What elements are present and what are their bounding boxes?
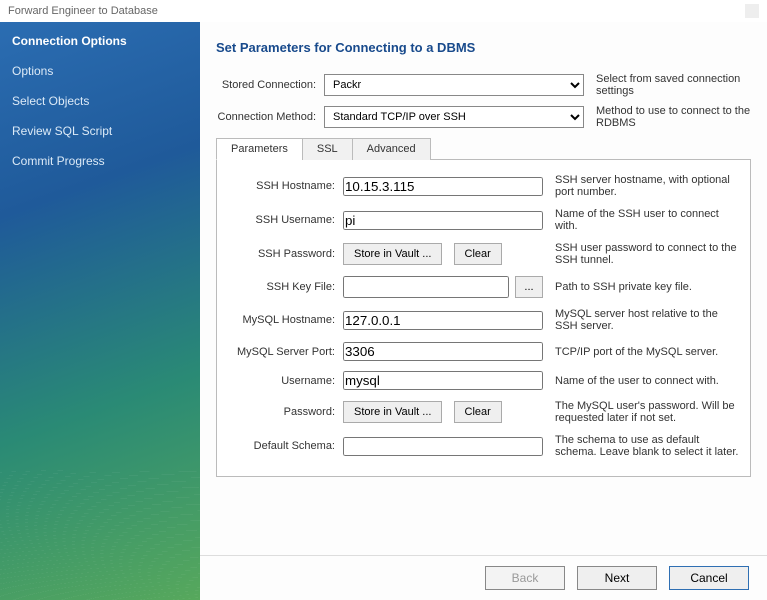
main-panel: Set Parameters for Connecting to a DBMS … [200,22,767,600]
ssh-hostname-input[interactable] [343,177,543,196]
connection-method-select[interactable]: Standard TCP/IP over SSH [324,106,584,128]
tab-label: SSL [317,143,338,155]
ssh-password-hint: SSH user password to connect to the SSH … [555,242,742,266]
stored-connection-hint: Select from saved connection settings [596,73,751,97]
sidebar-item-label: Commit Progress [12,154,105,168]
window-title: Forward Engineer to Database [8,5,158,17]
stored-connection-select[interactable]: Packr [324,74,584,96]
tab-label: Advanced [367,143,416,155]
ssh-keyfile-browse-button[interactable]: ... [515,276,543,298]
ssh-password-store-button[interactable]: Store in Vault ... [343,243,442,265]
cancel-button[interactable]: Cancel [669,566,749,590]
close-icon[interactable] [745,4,759,18]
ssh-keyfile-label: SSH Key File: [225,281,335,293]
ssh-keyfile-hint: Path to SSH private key file. [555,281,742,293]
connection-method-hint: Method to use to connect to the RDBMS [596,105,751,129]
default-schema-label: Default Schema: [225,440,335,452]
sidebar-item-label: Connection Options [12,34,127,48]
tab-parameters[interactable]: Parameters [216,138,303,160]
sidebar-item-options[interactable]: Options [0,56,200,86]
titlebar: Forward Engineer to Database [0,0,767,22]
default-schema-input[interactable] [343,437,543,456]
back-button: Back [485,566,565,590]
username-hint: Name of the user to connect with. [555,375,742,387]
mysql-port-input[interactable] [343,342,543,361]
decorative-swoosh [0,470,200,600]
default-schema-hint: The schema to use as default schema. Lea… [555,434,742,458]
ssh-username-label: SSH Username: [225,214,335,226]
ssh-password-clear-button[interactable]: Clear [454,243,502,265]
sidebar-item-select-objects[interactable]: Select Objects [0,86,200,116]
next-button[interactable]: Next [577,566,657,590]
stored-connection-label: Stored Connection: [216,79,316,91]
ssh-hostname-label: SSH Hostname: [225,180,335,192]
wizard-sidebar: Connection Options Options Select Object… [0,22,200,600]
username-label: Username: [225,375,335,387]
ssh-username-input[interactable] [343,211,543,230]
password-label: Password: [225,406,335,418]
parameters-panel: SSH Hostname: SSH server hostname, with … [216,160,751,477]
ssh-password-label: SSH Password: [225,248,335,260]
page-title: Set Parameters for Connecting to a DBMS [216,40,751,55]
sidebar-item-label: Review SQL Script [12,124,112,138]
sidebar-item-label: Select Objects [12,94,89,108]
sidebar-item-connection-options[interactable]: Connection Options [0,26,200,56]
tab-ssl[interactable]: SSL [302,138,353,160]
ssh-hostname-hint: SSH server hostname, with optional port … [555,174,742,198]
mysql-port-hint: TCP/IP port of the MySQL server. [555,346,742,358]
ssh-username-hint: Name of the SSH user to connect with. [555,208,742,232]
tab-label: Parameters [231,143,288,155]
mysql-hostname-label: MySQL Hostname: [225,314,335,326]
sidebar-item-commit-progress[interactable]: Commit Progress [0,146,200,176]
mysql-hostname-input[interactable] [343,311,543,330]
mysql-hostname-hint: MySQL server host relative to the SSH se… [555,308,742,332]
param-tabs: Parameters SSL Advanced [216,137,751,160]
sidebar-item-label: Options [12,64,53,78]
sidebar-item-review-sql-script[interactable]: Review SQL Script [0,116,200,146]
username-input[interactable] [343,371,543,390]
password-clear-button[interactable]: Clear [454,401,502,423]
tab-advanced[interactable]: Advanced [352,138,431,160]
mysql-port-label: MySQL Server Port: [225,346,335,358]
password-hint: The MySQL user's password. Will be reque… [555,400,742,424]
wizard-footer: Back Next Cancel [200,555,767,600]
password-store-button[interactable]: Store in Vault ... [343,401,442,423]
ssh-keyfile-input[interactable] [343,276,509,298]
connection-method-label: Connection Method: [216,111,316,123]
